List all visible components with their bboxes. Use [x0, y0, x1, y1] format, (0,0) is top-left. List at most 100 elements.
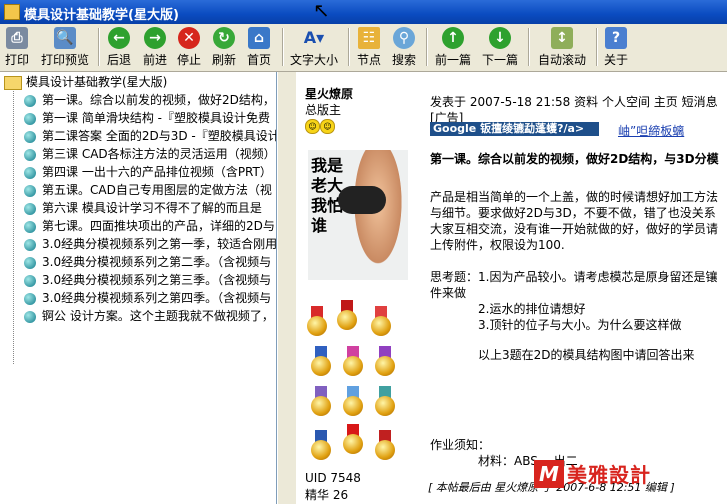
medal-icon — [374, 430, 396, 460]
watermark-letter: M — [534, 460, 564, 488]
font-size-button[interactable]: A▾ 文字大小 — [288, 26, 340, 69]
open-folder-icon — [4, 75, 22, 90]
magnifier-icon: 🔍 — [54, 27, 76, 49]
tree-item[interactable]: 3.0经典分模视频系列之第四季。（含视频与 — [24, 289, 276, 307]
print-button[interactable]: ⎙ 打印 — [2, 26, 32, 69]
watermark-logo: M 美雅設計 — [395, 455, 727, 504]
tree-item[interactable]: 第五课。CAD自己专用图层的定做方法（视 — [24, 181, 276, 199]
document-icon — [24, 166, 36, 179]
homework-heading: 作业须知： — [430, 438, 491, 452]
document-icon — [24, 238, 36, 251]
avatar: 我是老大 我怕谁 — [308, 150, 408, 280]
back-arrow-icon: ← — [108, 27, 130, 49]
medal-icon — [336, 300, 358, 330]
post-body: 发表于 2007-5-18 21:58 资料 个人空间 主页 短消息 [广告] … — [428, 72, 727, 504]
poster-uid: UID 7548 — [305, 471, 361, 485]
forward-arrow-icon: → — [144, 27, 166, 49]
poster-essence: 精华 26 — [305, 488, 349, 502]
next-article-button[interactable]: ↓ 下一篇 — [479, 26, 521, 69]
title-bar: 模具设计基础教学(星大版) ↖ — [0, 0, 727, 24]
toolbar-separator — [98, 28, 100, 66]
refresh-icon: ↻ — [213, 27, 235, 49]
home-icon: ⌂ — [248, 27, 270, 49]
toolbar-separator — [528, 28, 530, 66]
home-button[interactable]: ⌂ 首页 — [244, 26, 274, 69]
previous-article-button[interactable]: ↑ 前一篇 — [432, 26, 474, 69]
medal-icon — [310, 430, 332, 460]
about-icon: ? — [605, 27, 627, 49]
toolbar: ⎙ 打印 🔍 打印预览 ← 后退 → 前进 ✕ 停止 ↻ 刷新 ⌂ 首页 A▾ … — [0, 24, 727, 72]
medal-icon — [310, 386, 332, 416]
tree-item[interactable]: 锕公 设计方案。这个主题我就不做视频了， — [24, 307, 276, 325]
post-paragraph: 产品是相当简单的一个上盖，做的时候请想好加工方法与细节。要求做好2D与3D，不要… — [430, 190, 719, 252]
refresh-button[interactable]: ↻ 刷新 — [209, 26, 239, 69]
medal-icon — [374, 386, 396, 416]
answer-note: 以上3题在2D的模具结构图中请回答出来 — [478, 348, 695, 362]
poster-role: 总版主 ☺ ☺ — [305, 101, 341, 134]
document-icon — [24, 94, 36, 107]
tree-item[interactable]: 第六课 模具设计学习不得不了解的而且是 — [24, 199, 276, 217]
print-preview-button[interactable]: 🔍 打印预览 — [38, 26, 92, 69]
autoscroll-icon: ↕ — [551, 27, 573, 49]
post-title: 第一课。综合以前发的视频，做好2D结构，与3D分模 — [430, 152, 719, 166]
document-icon — [24, 274, 36, 287]
poster-name[interactable]: 星火燎原 — [305, 85, 353, 102]
printer-icon: ⎙ — [6, 27, 28, 49]
tree-item[interactable]: 3.0经典分模视频系列之第二季。（含视频与 — [24, 253, 276, 271]
watermark-text: 美雅設計 — [567, 463, 651, 487]
question-3: 3.顶针的位子与大小。为什么要这样做 — [478, 318, 682, 332]
tree-root[interactable]: 模具设计基础教学(星大版) — [4, 73, 167, 90]
document-icon — [24, 148, 36, 161]
document-icon — [24, 184, 36, 197]
content-pane: 星火燎原 总版主 ☺ ☺ 我是老大 我怕谁 UID 7548 精华 26 发表于… — [296, 72, 727, 504]
document-icon — [24, 112, 36, 125]
font-size-icon: A▾ — [303, 27, 325, 49]
tree-item[interactable]: 第四课 一出十六的产品排位视频（含PRT） — [24, 163, 276, 181]
node-button[interactable]: ☷ 节点 — [354, 26, 384, 69]
mouse-cursor-icon: ↖ — [313, 0, 330, 22]
back-button[interactable]: ← 后退 — [104, 26, 134, 69]
about-button[interactable]: ? 关于 — [601, 26, 631, 69]
medal-icon — [310, 346, 332, 376]
tree-list: 第一课。综合以前发的视频，做好2D结构， 第一课 简单滑块结构 -『塑胶模具设计… — [24, 91, 276, 325]
tree-item[interactable]: 第三课 CAD各标注方法的灵活运用（视频） — [24, 145, 276, 163]
pane-splitter[interactable] — [277, 72, 297, 504]
document-icon — [24, 130, 36, 143]
medal-icon — [342, 386, 364, 416]
medal-icon — [306, 306, 328, 336]
poster-info: 星火燎原 总版主 ☺ ☺ 我是老大 我怕谁 UID 7548 精华 26 — [296, 72, 422, 504]
post-meta: 发表于 2007-5-18 21:58 资料 个人空间 主页 短消息 — [430, 95, 718, 109]
window-title: 模具设计基础教学(星大版) — [24, 8, 179, 23]
tree-item[interactable]: 第一课 简单滑块结构 -『塑胶模具设计免费 — [24, 109, 276, 127]
medal-icon — [342, 346, 364, 376]
smiley-icon: ☺ — [320, 119, 335, 134]
tree-item[interactable]: 第二课答案 全面的2D与3D -『塑胶模具设计 — [24, 127, 276, 145]
medal-icon — [370, 306, 392, 336]
question-1: 思考题：1.因为产品较小。请考虑模芯是原身留还是镶件来做 — [430, 270, 718, 300]
toolbar-separator — [348, 28, 350, 66]
search-button[interactable]: ⚲ 搜索 — [389, 26, 419, 69]
tree-item[interactable]: 3.0经典分模视频系列之第三季。（含视频与 — [24, 271, 276, 289]
chapter-tree: 模具设计基础教学(星大版) 第一课。综合以前发的视频，做好2D结构， 第一课 简… — [0, 72, 277, 504]
autoscroll-button[interactable]: ↕ 自动滚动 — [535, 26, 589, 69]
tree-item[interactable]: 3.0经典分模视频系列之第一季，较适合刚用 — [24, 235, 276, 253]
app-icon — [4, 4, 20, 20]
ad-link[interactable]: 岫”呾締板螭 — [618, 122, 684, 139]
medal-icon — [374, 346, 396, 376]
forward-button[interactable]: → 前进 — [140, 26, 170, 69]
toolbar-separator — [596, 28, 598, 66]
document-icon — [24, 292, 36, 305]
ad-banner[interactable]: Google 钣擅绫镳勐蓬蠖?/a> — [430, 122, 599, 136]
document-icon — [24, 220, 36, 233]
tree-root-label: 模具设计基础教学(星大版) — [26, 75, 168, 89]
medal-icon — [342, 424, 364, 454]
tree-line — [13, 88, 14, 364]
toolbar-separator — [426, 28, 428, 66]
tree-item[interactable]: 第七课。四面推块项出的产品，详细的2D与 — [24, 217, 276, 235]
stop-button[interactable]: ✕ 停止 — [174, 26, 204, 69]
tree-item[interactable]: 第一课。综合以前发的视频，做好2D结构， — [24, 91, 276, 109]
smiley-icon: ☺ — [305, 119, 320, 134]
up-arrow-icon: ↑ — [442, 27, 464, 49]
document-icon — [24, 256, 36, 269]
search-icon: ⚲ — [393, 27, 415, 49]
